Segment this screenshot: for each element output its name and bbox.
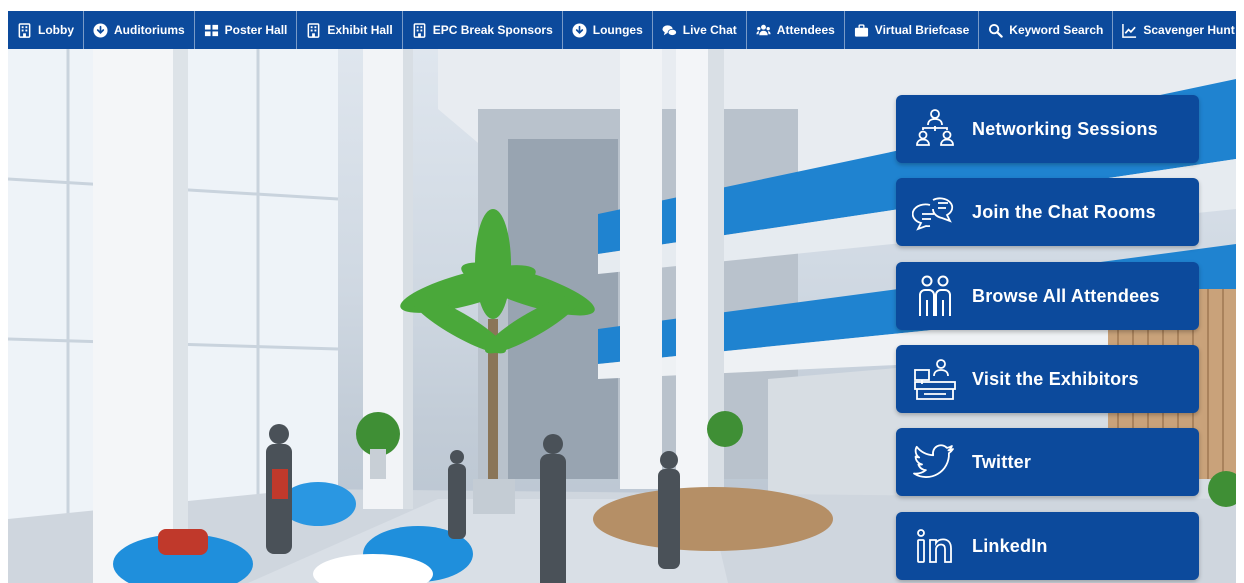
nav-label: EPC Break Sponsors: [432, 23, 553, 37]
nav-item-epc-break-sponsors[interactable]: EPC Break Sponsors: [403, 11, 563, 49]
nav-label: Attendees: [776, 23, 835, 37]
chat-icon: [912, 189, 958, 235]
nav-item-keyword-search[interactable]: Keyword Search: [979, 11, 1114, 49]
linkedin-icon: [912, 523, 958, 569]
chat-bubbles-icon: [662, 23, 677, 38]
nav-item-attendees[interactable]: Attendees: [747, 11, 845, 49]
nav-label: Lobby: [38, 23, 74, 37]
main-nav: Lobby Auditoriums Poster Hall Exhibit Ha…: [8, 11, 1236, 49]
twitter-button[interactable]: Twitter: [896, 428, 1199, 496]
search-icon: [988, 23, 1004, 38]
attendees-icon: [912, 273, 958, 319]
nav-label: Poster Hall: [224, 23, 288, 37]
networking-sessions-button[interactable]: Networking Sessions: [896, 95, 1199, 163]
twitter-icon: [912, 439, 958, 485]
nav-label: Lounges: [592, 23, 643, 37]
action-label: Browse All Attendees: [972, 285, 1160, 306]
building-icon: [412, 22, 427, 38]
action-label: Visit the Exhibitors: [972, 368, 1139, 389]
building-icon: [17, 22, 32, 38]
arrow-circle-down-icon: [572, 22, 587, 38]
nav-item-live-chat[interactable]: Live Chat: [653, 11, 747, 49]
nav-item-exhibit-hall[interactable]: Exhibit Hall: [297, 11, 403, 49]
line-chart-icon: [1122, 23, 1137, 38]
nav-item-auditoriums[interactable]: Auditoriums: [84, 11, 195, 49]
nav-item-virtual-briefcase[interactable]: Virtual Briefcase: [845, 11, 980, 49]
nav-item-scavenger-hunt[interactable]: Scavenger Hunt: [1113, 11, 1243, 49]
nav-item-lounges[interactable]: Lounges: [563, 11, 653, 49]
nav-item-lobby[interactable]: Lobby: [8, 11, 84, 49]
action-label: Twitter: [972, 451, 1032, 472]
nav-item-poster-hall[interactable]: Poster Hall: [195, 11, 298, 49]
action-label: Join the Chat Rooms: [972, 201, 1156, 222]
nav-label: Auditoriums: [114, 23, 185, 37]
users-icon: [756, 23, 771, 38]
nav-label: Live Chat: [682, 23, 737, 37]
nav-label: Scavenger Hunt: [1143, 23, 1235, 37]
nav-label: Virtual Briefcase: [874, 23, 970, 37]
exhibitor-booth-icon: [912, 356, 958, 402]
action-label: LinkedIn: [972, 535, 1048, 556]
join-chat-rooms-button[interactable]: Join the Chat Rooms: [896, 178, 1199, 246]
nav-label: Exhibit Hall: [327, 23, 393, 37]
visit-exhibitors-button[interactable]: Visit the Exhibitors: [896, 345, 1199, 413]
linkedin-button[interactable]: LinkedIn: [896, 512, 1199, 580]
action-label: Networking Sessions: [972, 118, 1158, 139]
building-icon: [306, 22, 321, 38]
arrow-circle-down-icon: [93, 22, 108, 38]
browse-attendees-button[interactable]: Browse All Attendees: [896, 262, 1199, 330]
briefcase-icon: [854, 23, 869, 38]
nav-label: Keyword Search: [1009, 23, 1104, 37]
network-people-icon: [912, 106, 958, 152]
grid-icon: [204, 23, 219, 38]
